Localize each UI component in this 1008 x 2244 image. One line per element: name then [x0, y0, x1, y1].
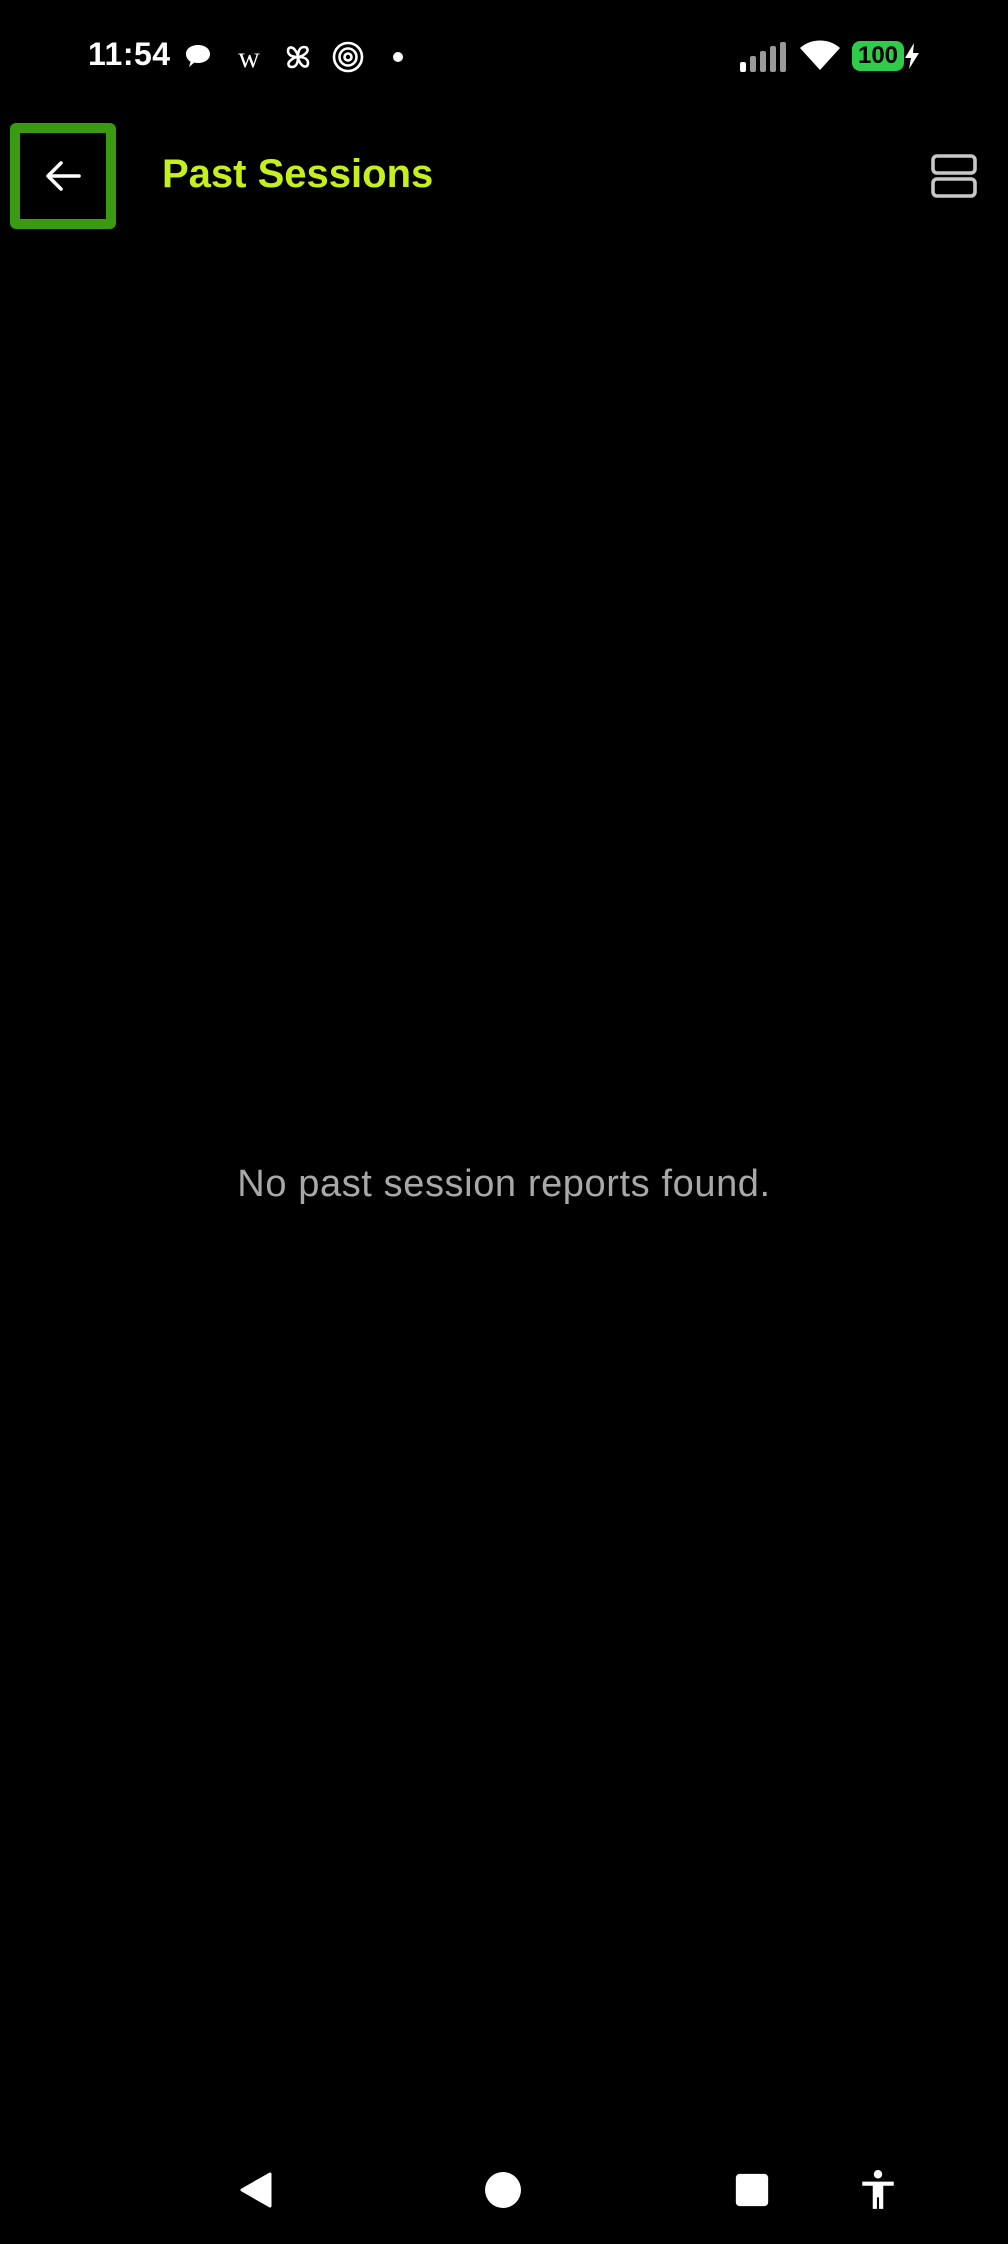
battery-indicator: 100 [852, 41, 904, 71]
dot-icon [381, 40, 415, 74]
app-bar: Past Sessions [0, 118, 1008, 236]
arrow-left-icon [46, 161, 81, 191]
navigation-bar [0, 2150, 1008, 2230]
status-time: 11:54 [88, 36, 171, 72]
nav-accessibility-button[interactable] [838, 2150, 918, 2230]
charging-bolt-icon [903, 43, 921, 69]
w-logo-glyph: w [238, 41, 260, 74]
back-button[interactable] [10, 123, 116, 229]
view-agenda-icon [931, 154, 977, 198]
wifi-icon [800, 38, 840, 72]
cellular-signal-icon [738, 42, 788, 72]
home-circle-icon [485, 2172, 521, 2208]
accessibility-icon [862, 2170, 894, 2209]
empty-state-message: No past session reports found. [237, 1163, 771, 1205]
w-logo-icon: w [232, 40, 266, 74]
status-bar: 11:54 w 100 [0, 0, 1008, 112]
nav-recents-button[interactable] [712, 2150, 792, 2230]
page-title: Past Sessions [162, 152, 434, 196]
recents-square-icon [735, 2173, 769, 2207]
view-toggle-button[interactable] [928, 150, 980, 202]
chat-bubble-icon [181, 40, 215, 74]
spiral-icon [331, 40, 365, 74]
pinwheel-icon [281, 40, 315, 74]
nav-home-button[interactable] [463, 2150, 543, 2230]
back-triangle-icon [240, 2172, 272, 2208]
nav-back-button[interactable] [216, 2150, 296, 2230]
